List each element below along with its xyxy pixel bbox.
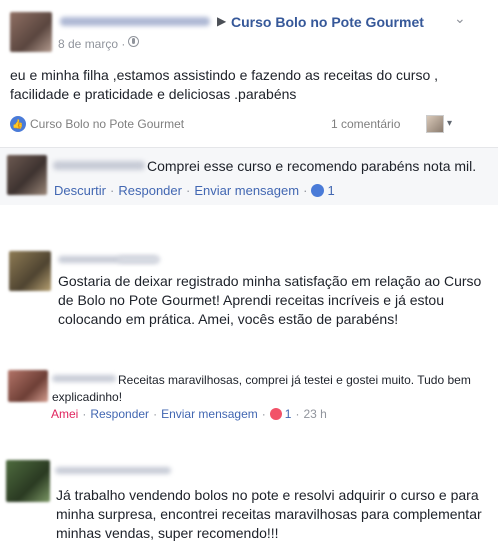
comment-author-name-blurred[interactable]	[53, 161, 145, 170]
comment-text: Gostaria de deixar registrado minha sati…	[58, 272, 490, 329]
post-body: eu e minha filha ,estamos assistindo e f…	[10, 66, 480, 104]
unlike-link[interactable]: Descurtir	[54, 183, 106, 198]
comment-author-name-blurred[interactable]	[55, 467, 171, 474]
comment-avatar[interactable]	[9, 251, 51, 291]
comment-avatar[interactable]	[7, 155, 47, 195]
globe-icon	[128, 36, 139, 47]
reply-link[interactable]: Responder	[118, 183, 182, 198]
comment-text-line: explicadinho!	[52, 390, 123, 404]
comment-timestamp[interactable]: 23 h	[303, 407, 326, 421]
comment-author-name-blurred[interactable]	[118, 256, 160, 263]
comment-text-line: Receitas maravilhosas, comprei já testei…	[118, 373, 471, 387]
like-reaction-icon	[311, 184, 325, 197]
comment-text-line: minha surpresa, encontrei receitas marav…	[56, 506, 482, 522]
post-body-line: eu e minha filha ,estamos assistindo e f…	[10, 67, 439, 83]
comment-text: Receitas maravilhosas, comprei já testei…	[52, 372, 492, 406]
post-author-name-blurred[interactable]	[60, 17, 210, 26]
send-message-link[interactable]: Enviar mensagem	[194, 183, 299, 198]
comment-text-line: de Bolo no Pote Gourmet! Aprendi receita…	[58, 292, 444, 308]
arrow-right-icon: ▶	[217, 14, 227, 28]
comment-text-line: Já trabalho vendendo bolos no pote e res…	[56, 487, 479, 503]
post-author-avatar[interactable]	[10, 12, 52, 52]
reply-link[interactable]: Responder	[90, 407, 149, 421]
comment-text-line: Gostaria de deixar registrado minha sati…	[58, 273, 482, 289]
reaction-count[interactable]: 1	[324, 183, 334, 198]
share-avatar[interactable]	[426, 115, 444, 133]
caret-down-icon[interactable]: ▾	[447, 118, 452, 129]
comment-actions: Amei · Responder · Enviar mensagem · 1 · 23 h	[51, 407, 327, 421]
comment-avatar[interactable]	[6, 460, 50, 502]
send-message-link[interactable]: Enviar mensagem	[161, 407, 258, 421]
page-name-link[interactable]: Curso Bolo no Pote Gourmet	[231, 14, 424, 30]
comments-count-link[interactable]: 1 comentário	[331, 117, 400, 131]
comment-actions: Descurtir · Responder · Enviar mensagem · 1	[54, 183, 335, 198]
love-reaction-icon	[269, 408, 282, 420]
like-icon: 👍	[10, 116, 26, 132]
comment-avatar[interactable]	[8, 370, 48, 402]
love-link[interactable]: Amei	[51, 407, 78, 421]
likers-link[interactable]: Curso Bolo no Pote Gourmet	[30, 117, 184, 131]
comment-text: Já trabalho vendendo bolos no pote e res…	[56, 486, 496, 543]
post-date[interactable]: 8 de março ·	[58, 37, 125, 51]
comment-text: Comprei esse curso e recomendo parabéns …	[147, 158, 477, 174]
post-body-line: facilidade e praticidade e deliciosas .p…	[10, 86, 297, 102]
comment-text-line: minhas vendas, super recomendo!!!	[56, 525, 279, 541]
chevron-down-icon[interactable]: ⌄	[454, 10, 466, 27]
comment-text-line: colocando em prática. Amei, vocês estão …	[58, 311, 399, 327]
